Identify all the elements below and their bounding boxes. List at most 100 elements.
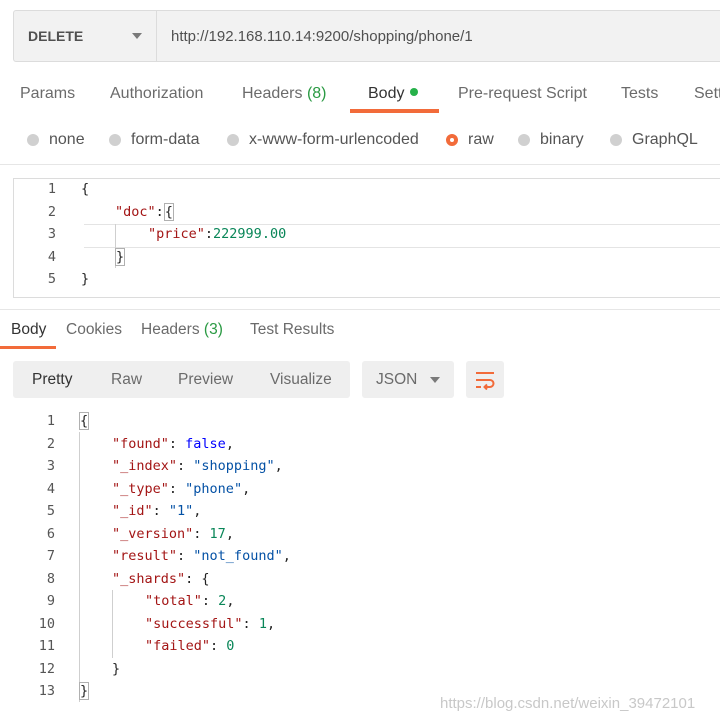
divider (0, 309, 720, 310)
tab-headers-label: Headers (242, 85, 303, 102)
code-line: "result": "not_found", (112, 548, 291, 564)
body-type-selector: none form-data x-www-form-urlencoded raw… (0, 126, 720, 154)
divider (0, 164, 720, 165)
tab-settings-label: Sett (694, 85, 720, 102)
tab-tests-label: Tests (621, 85, 659, 102)
wrap-lines-icon (476, 371, 495, 390)
radio-form-data[interactable]: form-data (109, 126, 199, 154)
line-number: 5 (47, 271, 56, 287)
headers-count-badge: (8) (306, 85, 327, 102)
radio-raw[interactable]: raw (446, 126, 494, 154)
view-mode-selector: Pretty Raw Preview Visualize (13, 361, 350, 398)
code-line: } (79, 682, 90, 700)
line-number: 4 (46, 481, 55, 497)
indent-guide (112, 590, 113, 658)
code-line: "_index": "shopping", (112, 458, 283, 474)
radio-urlencoded-dot (227, 134, 239, 146)
radio-none[interactable]: none (27, 126, 85, 154)
body-modified-dot-icon (410, 87, 419, 96)
line-number: 1 (47, 181, 56, 197)
radio-raw-dot (446, 134, 458, 146)
view-mode-raw[interactable]: Raw (111, 361, 142, 398)
code-line: "found": false, (112, 436, 234, 452)
view-mode-preview[interactable]: Preview (178, 361, 233, 398)
radio-binary[interactable]: binary (518, 126, 584, 154)
radio-raw-label: raw (468, 131, 494, 148)
code-line: "failed": 0 (145, 638, 235, 654)
response-tab-body[interactable]: Body (11, 318, 46, 342)
radio-form-data-dot (109, 134, 121, 146)
line-number: 3 (46, 458, 55, 474)
code-line: "total": 2, (145, 593, 235, 609)
radio-form-data-label: form-data (131, 131, 200, 148)
line-number: 1 (46, 413, 55, 429)
line-number: 6 (46, 526, 55, 542)
response-tab-cookies[interactable]: Cookies (66, 318, 122, 342)
method-dropdown[interactable]: DELETE (14, 11, 157, 61)
tab-body[interactable]: Body (368, 74, 419, 114)
response-tab-headers-label: Headers (141, 321, 200, 338)
tab-authorization-label: Authorization (110, 85, 204, 102)
line-number: 12 (38, 661, 55, 677)
line-number: 2 (47, 204, 56, 220)
radio-graphql-dot (610, 134, 622, 146)
line-number: 13 (38, 683, 55, 699)
chevron-down-icon (430, 376, 440, 383)
response-body-viewer[interactable]: 1 2 3 4 5 6 7 8 9 10 11 12 13 { "found":… (0, 410, 720, 710)
request-body-editor[interactable]: 1 2 3 4 5 { "doc":{ "price":222999.00 } … (13, 178, 720, 298)
code-line: } (112, 661, 121, 677)
line-number: 10 (38, 616, 55, 632)
tab-params-label: Params (20, 85, 76, 102)
radio-none-label: none (49, 131, 85, 148)
tab-pre-request-script[interactable]: Pre-request Script (458, 74, 587, 114)
tab-body-label: Body (368, 85, 405, 102)
radio-none-dot (27, 134, 39, 146)
line-number: 3 (47, 226, 56, 242)
code-line: "_shards": { (112, 571, 210, 587)
response-tab-test-results[interactable]: Test Results (250, 318, 334, 342)
view-mode-visualize[interactable]: Visualize (270, 361, 332, 398)
code-line: } (115, 248, 126, 266)
response-tab-cookies-label: Cookies (66, 321, 122, 338)
tab-headers[interactable]: Headers (8) (242, 74, 327, 114)
code-line: { (81, 181, 90, 197)
line-number: 11 (38, 638, 55, 654)
code-line: "_type": "phone", (112, 481, 251, 497)
code-line: } (81, 271, 90, 287)
tab-authorization[interactable]: Authorization (110, 74, 203, 114)
tab-settings[interactable]: Sett (694, 74, 720, 114)
view-mode-pretty[interactable]: Pretty (32, 361, 72, 398)
line-number: 5 (46, 503, 55, 519)
line-number: 2 (46, 436, 55, 452)
request-url-bar: DELETE http://192.168.110.14:9200/shoppi… (13, 10, 720, 62)
line-number: 9 (46, 593, 55, 609)
line-number: 7 (46, 548, 55, 564)
radio-graphql-label: GraphQL (632, 131, 698, 148)
indent-guide (79, 432, 80, 702)
chevron-down-icon (132, 33, 142, 39)
response-tab-test-results-label: Test Results (250, 321, 335, 338)
code-line: "doc":{ (115, 203, 174, 221)
method-label: DELETE (28, 28, 84, 44)
watermark: https://blog.csdn.net/weixin_39472101 (440, 695, 696, 712)
response-tab-headers[interactable]: Headers (3) (141, 318, 223, 342)
wrap-line-button[interactable] (466, 361, 504, 398)
radio-graphql[interactable]: GraphQL (610, 126, 698, 154)
code-line: "_id": "1", (112, 503, 202, 519)
line-number: 8 (46, 571, 55, 587)
tab-pre-request-script-label: Pre-request Script (458, 85, 587, 102)
tab-tests[interactable]: Tests (621, 74, 658, 114)
line-number: 4 (47, 249, 56, 265)
format-dropdown[interactable]: JSON (362, 361, 454, 398)
response-headers-count-badge: (3) (203, 321, 223, 338)
code-line: "successful": 1, (145, 616, 276, 632)
request-tabs: Params Authorization Headers (8) Body Pr… (0, 74, 720, 114)
tab-params[interactable]: Params (20, 74, 75, 114)
code-line: "price":222999.00 (148, 226, 287, 242)
code-line: { (79, 412, 90, 430)
radio-binary-dot (518, 134, 530, 146)
code-line: "_version": 17, (112, 526, 234, 542)
url-input[interactable]: http://192.168.110.14:9200/shopping/phon… (157, 11, 473, 61)
radio-urlencoded-label: x-www-form-urlencoded (249, 131, 419, 148)
radio-x-www-form-urlencoded[interactable]: x-www-form-urlencoded (227, 126, 419, 154)
